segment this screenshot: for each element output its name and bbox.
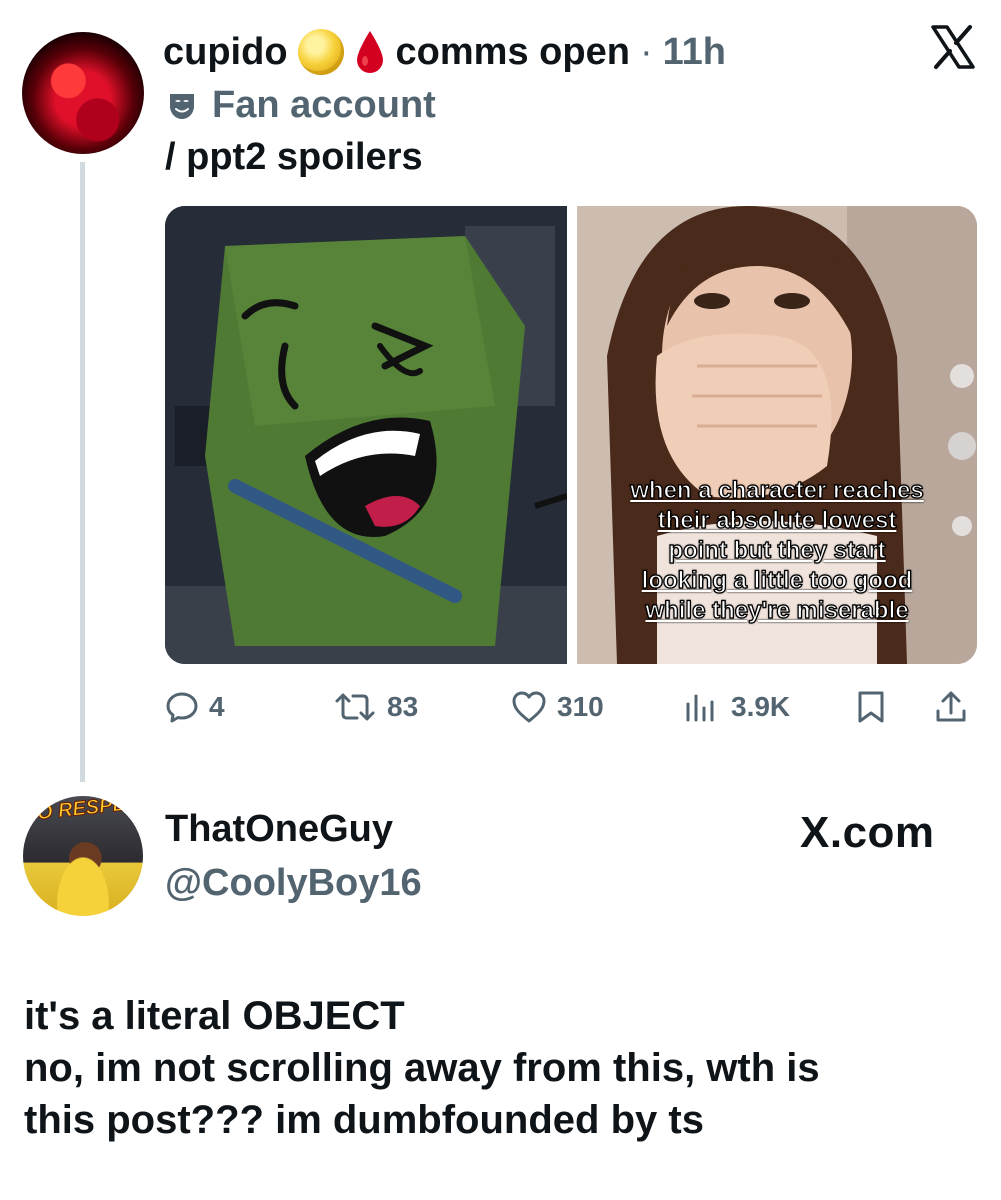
account-label: Fan account	[166, 84, 436, 127]
timestamp[interactable]: 11h	[663, 31, 726, 74]
reply-count: 4	[209, 691, 225, 722]
bookmark-icon	[858, 691, 884, 723]
reply-avatar[interactable]: HIO RESPEC	[23, 796, 143, 916]
cartoon-illustration	[165, 206, 567, 664]
views-count: 3.9K	[731, 691, 791, 722]
thread-line	[80, 162, 85, 782]
cartoon-green-character-image[interactable]	[165, 206, 567, 664]
tweet-header: cupido comms open · 11h	[163, 26, 726, 78]
repost-count: 83	[387, 691, 419, 722]
like-button[interactable]: 310	[511, 684, 604, 730]
separator: ·	[639, 30, 653, 73]
views-icon	[686, 694, 714, 722]
bookmark-button[interactable]	[855, 684, 887, 730]
x-logo-icon	[931, 25, 975, 69]
full-moon-icon	[297, 29, 344, 75]
reply-button[interactable]: 4	[165, 684, 225, 730]
views-button[interactable]: 3.9K	[683, 684, 790, 730]
tweet-text: / ppt2 spoilers	[165, 136, 423, 178]
repost-icon	[335, 693, 375, 721]
mask-icon	[170, 93, 194, 119]
blood-drop-icon	[356, 31, 383, 73]
tweet-actions: 4 83 310 3.9K	[165, 684, 975, 730]
display-name[interactable]: cupido	[163, 31, 288, 74]
fan-account-label: Fan account	[212, 84, 436, 126]
reply-text-line: it's a literal OBJECT	[24, 994, 405, 1038]
share-button[interactable]	[933, 684, 969, 730]
woman-covering-mouth-image[interactable]: when a character reaches their absolute …	[577, 206, 977, 664]
reply-handle[interactable]: @CoolyBoy16	[165, 862, 422, 905]
reply-text: it's a literal OBJECT no, im not scrolli…	[24, 990, 984, 1146]
like-count: 310	[557, 691, 604, 722]
reply-icon	[166, 692, 198, 723]
reply-text-line: this post??? im dumbfounded by ts	[24, 1098, 704, 1142]
avatar[interactable]	[22, 32, 144, 154]
reply-text-line: no, im not scrolling away from this, wth…	[24, 1046, 820, 1090]
reply-display-name[interactable]: ThatOneGuy	[165, 808, 393, 851]
media-grid[interactable]: when a character reaches their absolute …	[165, 206, 977, 664]
repost-button[interactable]: 83	[333, 684, 418, 730]
x-com-watermark: X.com	[800, 808, 935, 857]
avatar-caption: HIO RESPEC	[23, 796, 142, 827]
display-name-suffix: comms open	[395, 30, 630, 73]
heart-icon	[512, 691, 546, 723]
meme-caption: when a character reaches their absolute …	[630, 476, 925, 624]
share-icon	[936, 691, 966, 722]
